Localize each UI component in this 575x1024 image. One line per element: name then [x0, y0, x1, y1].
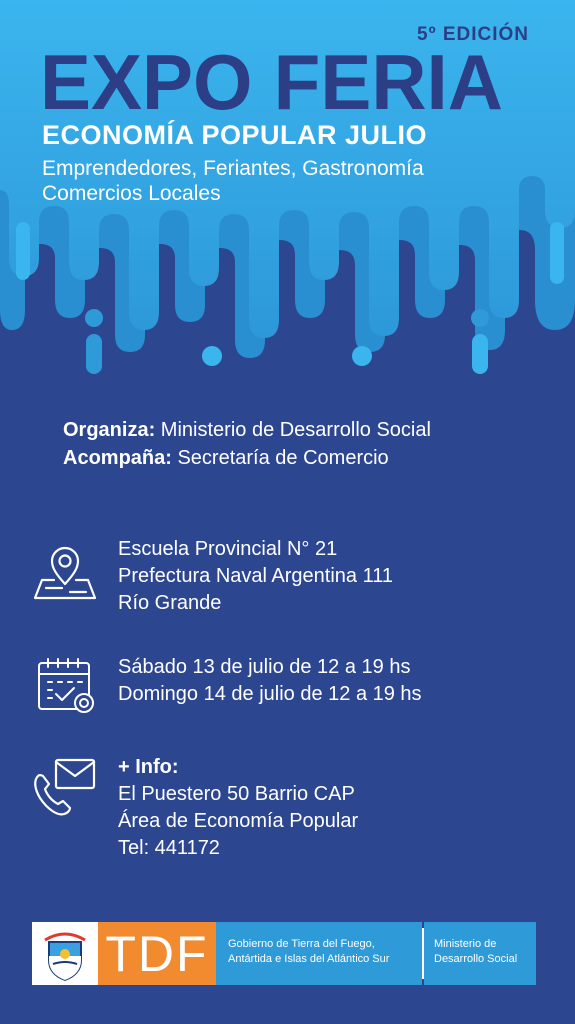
organiza-label: Organiza: [63, 419, 156, 441]
tdf-brand: TDF [98, 922, 216, 985]
provincial-shield [32, 922, 98, 985]
calendar-icon [38, 658, 94, 713]
map-pin-icon [33, 546, 97, 600]
schedule-line-1: Sábado 13 de julio de 12 a 19 hs [118, 656, 411, 678]
footer-logos: TDF Gobierno de Tierra del Fuego, Antárt… [32, 922, 536, 985]
location-line-1: Escuela Provincial N° 21 [118, 538, 338, 560]
acompana-value: Secretaría de Comercio [171, 447, 389, 469]
info-label: + Info: [118, 756, 179, 778]
ministry-label: Ministerio de Desarrollo Social [424, 922, 536, 985]
info-line-3: Tel: 441172 [118, 837, 220, 859]
schedule-block: Sábado 13 de julio de 12 a 19 hs Domingo… [118, 654, 422, 708]
organiza-value: Ministerio de Desarrollo Social [155, 419, 431, 441]
event-subtitle: ECONOMÍA POPULAR JULIO [42, 120, 428, 150]
gov-line-1: Gobierno de Tierra del Fuego, [228, 938, 375, 950]
event-title: EXPO FERIA [40, 38, 503, 126]
organizers: Organiza: Ministerio de Desarrollo Socia… [63, 416, 431, 472]
schedule-line-2: Domingo 14 de julio de 12 a 19 hs [118, 683, 422, 705]
coat-of-arms-icon [44, 932, 86, 981]
tagline-line-1: Emprendedores, Feriantes, Gastronomía [42, 157, 424, 180]
event-tagline: Emprendedores, Feriantes, Gastronomía Co… [42, 156, 542, 206]
info-line-2: Área de Economía Popular [118, 810, 359, 832]
location-line-3: Río Grande [118, 592, 222, 614]
mail-phone-icon [34, 758, 96, 816]
tagline-line-2: Comercios Locales [42, 182, 221, 205]
location-line-2: Prefectura Naval Argentina 111 [118, 565, 393, 587]
location-block: Escuela Provincial N° 21 Prefectura Nava… [118, 536, 393, 617]
info-line-1: El Puestero 50 Barrio CAP [118, 783, 355, 805]
acompana-label: Acompaña: [63, 447, 172, 469]
gov-line-2: Antártida e Islas del Atlántico Sur [228, 953, 390, 965]
organiza-row: Organiza: Ministerio de Desarrollo Socia… [63, 416, 431, 444]
government-label: Gobierno de Tierra del Fuego, Antártida … [216, 922, 422, 985]
acompana-row: Acompaña: Secretaría de Comercio [63, 444, 431, 472]
ministry-line-1: Ministerio de [434, 938, 497, 950]
ministry-line-2: Desarrollo Social [434, 953, 518, 965]
info-block: + Info: El Puestero 50 Barrio CAP Área d… [118, 754, 358, 862]
